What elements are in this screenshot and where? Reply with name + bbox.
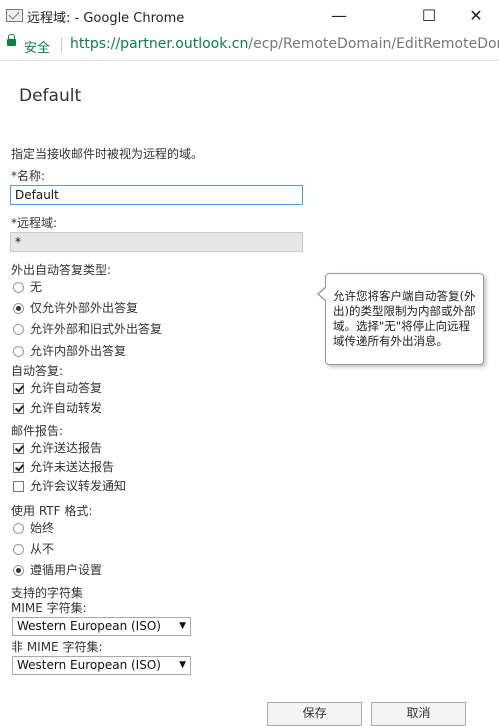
rtf-option-always[interactable]: 始终	[13, 520, 54, 536]
ooo-type-label: 外出自动答复类型:	[11, 263, 112, 277]
dropdown-arrow-icon: ▼	[179, 660, 186, 670]
save-button[interactable]: 保存	[267, 702, 362, 726]
secure-label: 安全	[24, 41, 51, 56]
rtf-label: 使用 RTF 格式:	[11, 504, 93, 518]
ooo-option-internal[interactable]: 允许内部外出答复	[13, 343, 126, 359]
ooo-option-external-legacy[interactable]: 允许外部和旧式外出答复	[13, 321, 162, 337]
checkbox-checked-icon	[13, 403, 24, 414]
url-text[interactable]: https://partner.outlook.cn/ecp/RemoteDom…	[70, 36, 499, 52]
rtf-option-never[interactable]: 从不	[13, 541, 54, 557]
minimize-button[interactable]: —	[316, 0, 362, 31]
allow-delivery-report-checkbox[interactable]: 允许送达报告	[13, 440, 102, 456]
maximize-button[interactable]: ☐	[406, 0, 452, 31]
non-mime-charset-select[interactable]: Western European (ISO) ▼	[12, 656, 191, 675]
ooo-option-none[interactable]: 无	[13, 279, 42, 295]
dropdown-arrow-icon: ▼	[179, 621, 186, 631]
checkbox-checked-icon	[13, 443, 24, 454]
radio-icon	[13, 282, 24, 293]
page-title: Default	[19, 86, 82, 106]
mime-charset-label: MIME 字符集:	[11, 601, 87, 615]
rtf-option-follow-user[interactable]: 遵循用户设置	[13, 562, 102, 578]
non-mime-charset-label: 非 MIME 字符集:	[11, 640, 103, 654]
address-separator	[61, 37, 62, 53]
address-bar[interactable]: 安全 https://partner.outlook.cn/ecp/Remote…	[0, 31, 499, 61]
allow-auto-forward-checkbox[interactable]: 允许自动转发	[13, 400, 102, 416]
checkbox-icon	[13, 481, 24, 492]
radio-icon	[13, 544, 24, 555]
allow-meeting-forward-checkbox[interactable]: 允许会议转发通知	[13, 478, 126, 494]
remote-domain-input: *	[10, 232, 303, 252]
message-report-label: 邮件报告:	[11, 424, 64, 438]
name-label: *名称:	[11, 169, 46, 183]
help-callout-text: 允许您将客户端自动答复(外出)的类型限制为内部或外部域。选择"无"将停止向远程域…	[333, 289, 476, 348]
url-host: https://partner.outlook.cn	[70, 36, 249, 52]
allow-auto-reply-checkbox[interactable]: 允许自动答复	[13, 380, 102, 396]
radio-selected-icon	[13, 303, 24, 314]
close-button[interactable]: ✕	[453, 0, 499, 31]
auto-reply-label: 自动答复:	[11, 364, 64, 378]
page-description: 指定当接收邮件时被视为远程的域。	[11, 147, 204, 161]
allow-ndr-checkbox[interactable]: 允许未送达报告	[13, 459, 114, 475]
ooo-option-external-only[interactable]: 仅允许外部外出答复	[13, 300, 138, 316]
mail-icon	[6, 9, 23, 22]
radio-icon	[13, 346, 24, 357]
radio-icon	[13, 523, 24, 534]
checkbox-checked-icon	[13, 383, 24, 394]
name-input[interactable]: Default	[10, 185, 303, 205]
url-path: /ecp/RemoteDomain/EditRemoteDon	[248, 36, 499, 52]
title-bar: 远程域: - Google Chrome — ☐ ✕	[0, 0, 499, 31]
radio-icon	[13, 324, 24, 335]
remote-domain-label: *远程域:	[11, 216, 58, 230]
help-callout: 允许您将客户端自动答复(外出)的类型限制为内部或外部域。选择"无"将停止向远程域…	[317, 273, 484, 365]
lock-icon	[7, 34, 16, 46]
checkbox-checked-icon	[13, 462, 24, 473]
window-title: 远程域: - Google Chrome	[27, 11, 185, 26]
mime-charset-select[interactable]: Western European (ISO) ▼	[12, 617, 191, 636]
cancel-button[interactable]: 取消	[371, 702, 466, 726]
radio-selected-icon	[13, 565, 24, 576]
